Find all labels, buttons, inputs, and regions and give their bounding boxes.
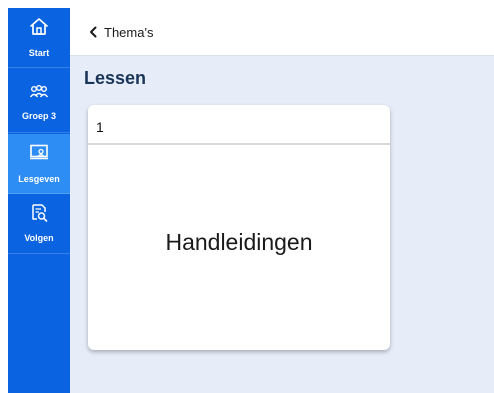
home-icon: [30, 18, 48, 35]
top-bar: Thema's: [70, 8, 494, 56]
app-window: Start Groep 3 Lesgeven Volgen Thema's Le…: [0, 0, 494, 393]
lesson-card[interactable]: 1 Handleidingen: [88, 105, 390, 350]
main-content: Lessen 1 Handleidingen: [70, 56, 494, 393]
back-link[interactable]: Thema's: [88, 22, 153, 42]
back-link-label: Thema's: [104, 24, 154, 40]
sidebar-item-label: Volgen: [24, 233, 54, 243]
sidebar-item-groep-3[interactable]: Groep 3: [8, 73, 70, 133]
document-search-icon: [32, 204, 48, 222]
card-header: 1: [88, 105, 390, 145]
page-title: Lessen: [84, 68, 147, 88]
sidebar-item-label: Groep 3: [21, 111, 56, 121]
sidebar-item-volgen[interactable]: Volgen: [8, 194, 70, 254]
sidebar-item-label: Lesgeven: [18, 174, 60, 184]
sidebar-item-lesgeven[interactable]: Lesgeven: [8, 134, 70, 194]
presentation-board-icon: [30, 144, 48, 160]
sidebar-item-label: Start: [28, 48, 50, 58]
card-title: Handleidingen: [165, 229, 313, 255]
sidebar-item-start[interactable]: Start: [8, 8, 70, 68]
sidebar: Start Groep 3 Lesgeven Volgen: [8, 8, 70, 393]
group-icon: [29, 85, 49, 98]
card-number: 1: [96, 119, 104, 135]
chevron-left-icon: [90, 26, 97, 38]
